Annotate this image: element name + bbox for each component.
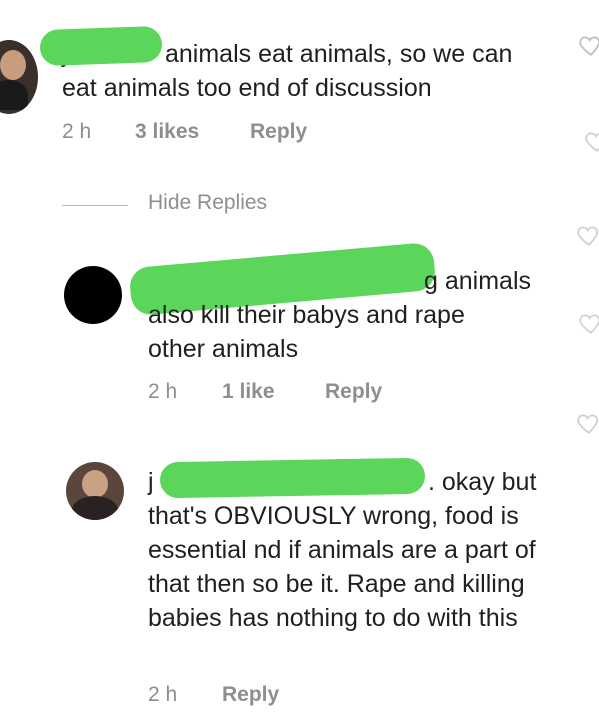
heart-icon[interactable]	[576, 410, 599, 436]
heart-icon[interactable]	[576, 222, 599, 248]
comment-1-reply-button[interactable]: Reply	[250, 120, 307, 144]
heart-icon[interactable]	[578, 32, 599, 58]
comment-3-reply-button[interactable]: Reply	[222, 683, 279, 707]
hide-replies-button[interactable]: Hide Replies	[148, 191, 267, 215]
comment-2-text-line1: g animals	[424, 267, 531, 295]
heart-icon[interactable]	[584, 128, 599, 154]
comment-2-reply-button[interactable]: Reply	[325, 380, 382, 404]
comment-1-text: eat animals too end of discussion	[62, 74, 432, 102]
comment-3-text: that's OBVIOUSLY wrong, food is essentia…	[148, 502, 536, 632]
comment-2-text: also kill their babys and rape other ani…	[148, 301, 465, 363]
comment-2-time: 2 h	[148, 380, 178, 403]
heart-icon[interactable]	[578, 310, 599, 336]
comment-1-likes[interactable]: 3 likes	[135, 120, 199, 144]
redaction-bar	[159, 457, 426, 499]
comment-2-likes[interactable]: 1 like	[222, 380, 275, 404]
comment-3-text-line1: . okay but	[428, 468, 537, 496]
comment-1-text-line1: animals eat animals, so we can	[165, 40, 513, 68]
comment-3-username-partial: j	[148, 468, 154, 496]
comment-1-time: 2 h	[62, 120, 92, 143]
avatar[interactable]	[64, 266, 122, 324]
comment-3-time: 2 h	[148, 683, 178, 706]
avatar[interactable]	[0, 40, 38, 114]
redaction-bar	[39, 25, 163, 67]
avatar[interactable]	[66, 462, 124, 520]
hide-replies-divider	[62, 205, 128, 206]
